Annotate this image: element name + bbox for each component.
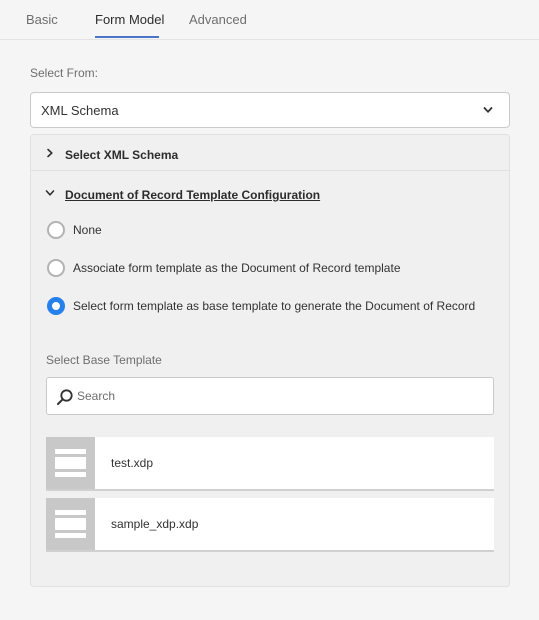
select-from-label: Select From: bbox=[30, 66, 99, 80]
chevron-down-icon bbox=[45, 190, 55, 196]
radio-button-selected[interactable] bbox=[47, 297, 65, 315]
select-xml-schema-title: Select XML Schema bbox=[65, 148, 179, 162]
document-icon bbox=[55, 510, 86, 538]
radio-label: Select form template as base template to… bbox=[73, 299, 476, 313]
file-name: sample_xdp.xdp bbox=[111, 517, 199, 531]
dor-template-title: Document of Record Template Configuratio… bbox=[65, 188, 321, 202]
dor-template-section-header[interactable]: Document of Record Template Configuratio… bbox=[31, 175, 509, 211]
file-name: test.xdp bbox=[111, 456, 154, 470]
tab-form-model[interactable]: Form Model bbox=[95, 12, 164, 27]
template-file-card[interactable]: sample_xdp.xdp bbox=[46, 498, 494, 552]
select-base-template-label: Select Base Template bbox=[46, 353, 162, 367]
document-icon bbox=[55, 449, 86, 477]
search-icon bbox=[57, 389, 73, 405]
tab-bar: Basic Form Model Advanced bbox=[0, 0, 539, 40]
chevron-down-icon bbox=[483, 107, 493, 113]
select-xml-schema-section-header[interactable]: Select XML Schema bbox=[31, 135, 509, 171]
radio-button[interactable] bbox=[47, 221, 65, 239]
radio-button[interactable] bbox=[47, 259, 65, 277]
file-thumbnail bbox=[46, 437, 95, 489]
select-from-value: XML Schema bbox=[41, 103, 119, 118]
radio-label: Associate form template as the Document … bbox=[73, 261, 401, 275]
tab-advanced[interactable]: Advanced bbox=[189, 12, 247, 27]
radio-label: None bbox=[73, 223, 102, 237]
select-from-dropdown[interactable]: XML Schema bbox=[30, 92, 510, 128]
search-box bbox=[46, 377, 494, 415]
tab-basic[interactable]: Basic bbox=[26, 12, 58, 27]
chevron-right-icon bbox=[47, 148, 53, 158]
active-tab-indicator bbox=[95, 36, 159, 38]
form-model-panel: Select XML Schema Document of Record Tem… bbox=[30, 134, 510, 587]
search-input[interactable] bbox=[77, 386, 477, 406]
file-thumbnail bbox=[46, 498, 95, 550]
template-file-card[interactable]: test.xdp bbox=[46, 437, 494, 491]
